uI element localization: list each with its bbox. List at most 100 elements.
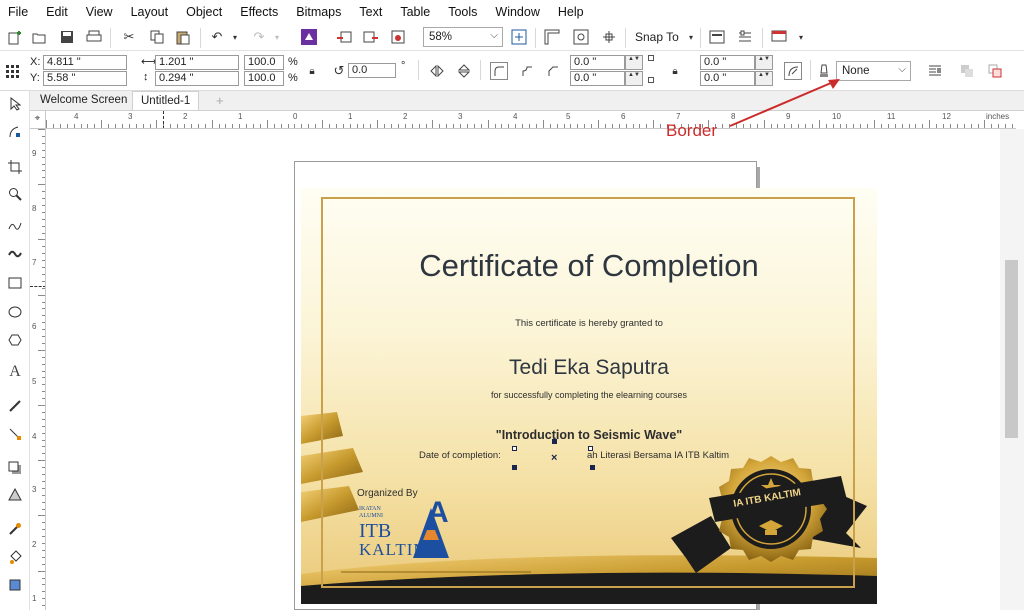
- y-position-field[interactable]: 5.58 ": [43, 71, 127, 86]
- smart-fill-tool-icon[interactable]: [6, 576, 24, 594]
- scale-height-field[interactable]: 100.0: [244, 71, 284, 86]
- options-icon[interactable]: [736, 28, 754, 46]
- lock-ratio-icon[interactable]: 🔒︎: [303, 62, 321, 80]
- ruler-number: 5: [32, 377, 37, 386]
- menu-bitmaps[interactable]: Bitmaps: [296, 5, 341, 19]
- copy-icon[interactable]: [148, 28, 166, 46]
- show-grid-icon[interactable]: [572, 28, 590, 46]
- annotation-arrow-icon: [729, 79, 840, 127]
- import-icon[interactable]: [335, 28, 353, 46]
- menu-edit[interactable]: Edit: [46, 5, 68, 19]
- round-corner-icon[interactable]: [490, 62, 508, 80]
- ruler-origin-icon[interactable]: ⌖: [30, 111, 46, 129]
- selection-handle[interactable]: [512, 465, 517, 470]
- pick-tool-icon[interactable]: [6, 95, 24, 113]
- save-icon[interactable]: [58, 28, 76, 46]
- cut-icon[interactable]: ✂: [120, 28, 138, 46]
- chamfered-corner-icon[interactable]: [544, 62, 562, 80]
- menu-effects[interactable]: Effects: [240, 5, 278, 19]
- launch-application-icon[interactable]: [770, 28, 788, 46]
- paste-icon[interactable]: [174, 28, 192, 46]
- undo-dropdown-icon[interactable]: ▾: [226, 28, 244, 46]
- selection-handle[interactable]: [552, 439, 557, 444]
- interactive-fill-tool-icon[interactable]: [6, 548, 24, 566]
- artistic-media-tool-icon[interactable]: [6, 245, 24, 263]
- drop-shadow-tool-icon[interactable]: [6, 459, 24, 477]
- width-field[interactable]: 1.201 ": [155, 55, 239, 70]
- undo-icon[interactable]: ↶: [208, 28, 226, 46]
- lock-corners-icon[interactable]: 🔒︎: [666, 62, 684, 80]
- full-screen-preview-icon[interactable]: [510, 28, 528, 46]
- show-rulers-icon[interactable]: [543, 28, 561, 46]
- menu-table[interactable]: Table: [400, 5, 430, 19]
- corner-radius-top-right-field[interactable]: 0.0 ": [700, 55, 755, 70]
- zoom-tool-icon[interactable]: [6, 185, 24, 203]
- eyedropper-tool-icon[interactable]: [6, 520, 24, 538]
- tab-untitled-1[interactable]: Untitled-1: [132, 91, 200, 110]
- polygon-tool-icon[interactable]: [6, 331, 24, 349]
- new-document-icon[interactable]: [5, 28, 23, 46]
- corner-radius-top-left-field[interactable]: 0.0 ": [570, 55, 625, 70]
- x-position-field[interactable]: 4.811 ": [43, 55, 127, 70]
- connector-tool-icon[interactable]: [6, 425, 24, 443]
- export-icon[interactable]: [362, 28, 380, 46]
- scale-width-field[interactable]: 100.0: [244, 55, 284, 70]
- rotation-angle-field[interactable]: 0.0: [348, 63, 396, 78]
- vertical-ruler[interactable]: 9 8 7 6 5 4 3 2 1: [30, 129, 46, 610]
- zoom-level-select[interactable]: 58% ⌵: [423, 27, 503, 47]
- convert-to-curves-icon[interactable]: [986, 62, 1004, 80]
- logo-letter-a: A: [427, 496, 449, 529]
- vertical-scrollbar[interactable]: [1000, 129, 1024, 610]
- menu-help[interactable]: Help: [558, 5, 584, 19]
- menu-window[interactable]: Window: [495, 5, 539, 19]
- selection-handle[interactable]: [588, 446, 593, 451]
- mirror-vertical-icon[interactable]: [455, 62, 473, 80]
- redo-dropdown-icon[interactable]: ▾: [268, 28, 286, 46]
- corner-radius-bottom-left-field[interactable]: 0.0 ": [570, 71, 625, 86]
- add-tab-icon[interactable]: +: [216, 93, 224, 108]
- height-field[interactable]: 0.294 ": [155, 71, 239, 86]
- redo-icon[interactable]: ↷: [250, 28, 268, 46]
- zoom-level-value: 58%: [429, 31, 453, 43]
- ruler-number: 4: [74, 112, 79, 121]
- scalloped-corner-icon[interactable]: [518, 62, 536, 80]
- mirror-horizontal-icon[interactable]: [428, 62, 446, 80]
- snap-dropdown-icon[interactable]: ▾: [682, 28, 700, 46]
- snap-to-menu[interactable]: Snap To: [635, 30, 679, 44]
- rectangle-tool-icon[interactable]: [6, 274, 24, 292]
- scrollbar-thumb[interactable]: [1005, 260, 1018, 438]
- tab-welcome-screen[interactable]: Welcome Screen: [32, 91, 135, 110]
- menu-file[interactable]: File: [8, 5, 28, 19]
- menu-view[interactable]: View: [86, 5, 113, 19]
- corner-indicator-icon: [648, 77, 654, 83]
- crop-tool-icon[interactable]: [6, 158, 24, 176]
- open-folder-icon[interactable]: [30, 28, 48, 46]
- freehand-tool-icon[interactable]: [6, 217, 24, 235]
- menu-layout[interactable]: Layout: [131, 5, 169, 19]
- menu-text[interactable]: Text: [359, 5, 382, 19]
- text-wrap-icon[interactable]: [926, 62, 944, 80]
- menu-object[interactable]: Object: [186, 5, 222, 19]
- menu-tools[interactable]: Tools: [448, 5, 477, 19]
- corner-tl-spinner[interactable]: ▲▼: [625, 55, 643, 70]
- horizontal-ruler[interactable]: 4 3 2 1 0 1 2 3 4 5 6 7 8 9 10 11 12 inc…: [46, 111, 1016, 129]
- to-front-icon[interactable]: [958, 62, 976, 80]
- selection-handle[interactable]: [512, 446, 517, 451]
- ellipse-tool-icon[interactable]: [6, 303, 24, 321]
- show-guidelines-icon[interactable]: [600, 28, 618, 46]
- text-tool-icon[interactable]: A: [6, 363, 24, 381]
- object-origin-icon[interactable]: [3, 62, 21, 80]
- selection-handle[interactable]: [590, 465, 595, 470]
- welcome-screen-icon[interactable]: [708, 28, 726, 46]
- transparency-tool-icon[interactable]: [6, 486, 24, 504]
- corner-tr-spinner[interactable]: ▲▼: [755, 55, 773, 70]
- search-content-icon[interactable]: [300, 28, 318, 46]
- launch-dropdown-icon[interactable]: ▾: [792, 28, 810, 46]
- shape-tool-icon[interactable]: [6, 123, 24, 141]
- parallel-dimension-tool-icon[interactable]: [6, 397, 24, 415]
- certificate-design[interactable]: Certificate of Completion This certifica…: [301, 188, 877, 604]
- corner-bl-spinner[interactable]: ▲▼: [625, 71, 643, 86]
- publish-pdf-icon[interactable]: [389, 28, 407, 46]
- print-icon[interactable]: [85, 28, 103, 46]
- toolbar-separator: [418, 60, 419, 80]
